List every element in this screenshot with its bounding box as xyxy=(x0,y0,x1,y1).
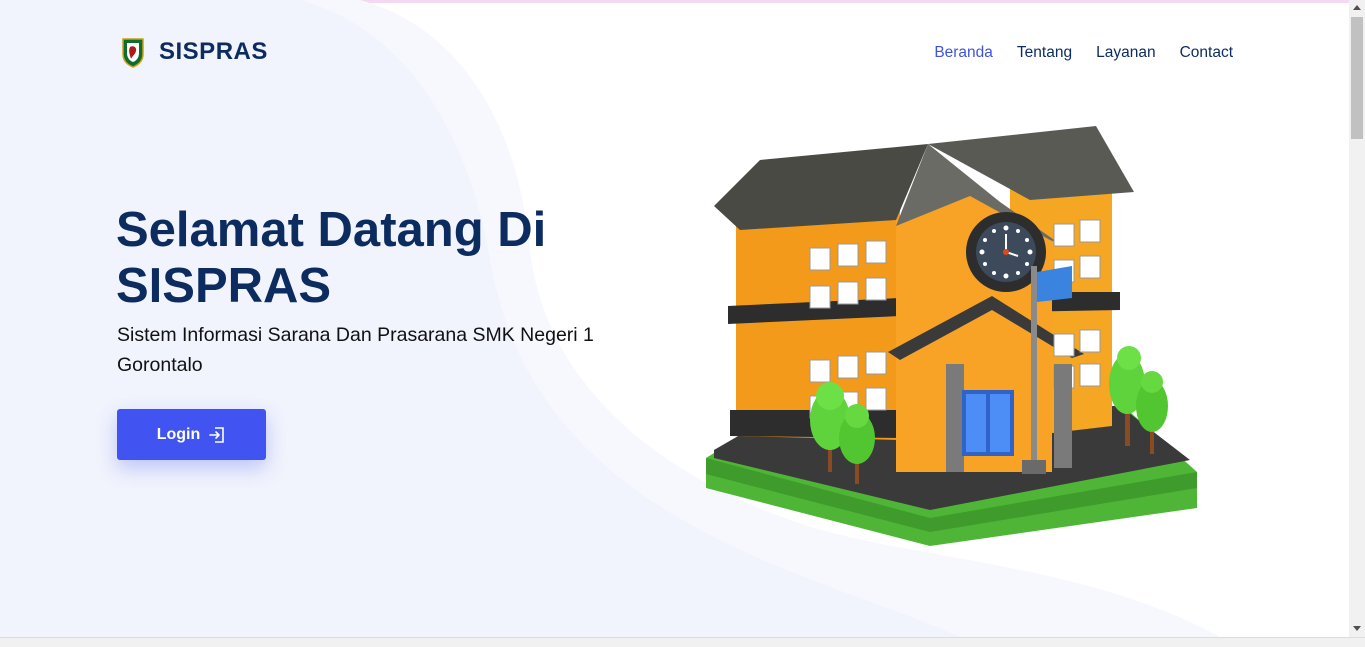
vertical-scrollbar[interactable] xyxy=(1349,0,1365,637)
login-button-label: Login xyxy=(156,425,201,443)
brand-name: SISPRAS xyxy=(159,38,268,65)
box-arrow-in-right-icon xyxy=(209,426,225,443)
scroll-down-icon[interactable] xyxy=(1353,626,1361,631)
hero-title: Selamat Datang Di SISPRAS xyxy=(116,203,547,313)
login-button[interactable]: Login xyxy=(117,409,266,460)
nav-menu: Beranda Tentang Layanan Contact xyxy=(910,42,1233,64)
scroll-up-icon[interactable] xyxy=(1353,5,1361,10)
nav-item-layanan[interactable]: Layanan xyxy=(1096,42,1155,64)
school-building-icon xyxy=(706,126,1197,546)
hero-subtitle: Sistem Informasi Sarana Dan Prasarana SM… xyxy=(117,324,594,376)
school-emblem-icon xyxy=(122,38,144,68)
nav-item-contact[interactable]: Contact xyxy=(1180,42,1233,64)
nav-item-tentang[interactable]: Tentang xyxy=(1017,42,1072,64)
scroll-thumb[interactable] xyxy=(1351,17,1363,139)
navbar: SISPRAS Beranda Tentang Layanan Contact xyxy=(0,0,1349,100)
nav-item-beranda[interactable]: Beranda xyxy=(934,42,993,64)
brand-link[interactable]: SISPRAS xyxy=(120,36,268,68)
